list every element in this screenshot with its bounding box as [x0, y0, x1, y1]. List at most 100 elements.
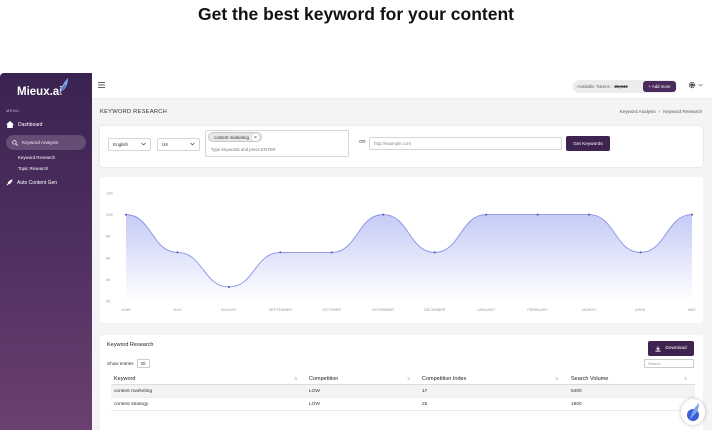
- cell-competition: LOW: [309, 402, 320, 407]
- home-icon: [6, 121, 14, 128]
- x-tick-label: JUNE: [121, 308, 131, 312]
- download-button[interactable]: Download: [648, 341, 694, 356]
- keyword-table: Keyword ⇅ Competition ⇅ Competition Inde…: [111, 372, 695, 411]
- y-tick-label: 8K: [106, 234, 111, 239]
- column-header-label: Competition: [309, 375, 339, 382]
- sidebar-item-topic-research[interactable]: Topic Research: [18, 166, 48, 171]
- sort-icon[interactable]: ⇅: [294, 376, 297, 381]
- show-entries-label: Show entries: [107, 361, 134, 366]
- trend-area: [126, 214, 692, 301]
- cell-competition-index: 25: [422, 402, 428, 407]
- search-icon: [12, 139, 18, 146]
- data-point[interactable]: [227, 285, 230, 288]
- sidebar-item-label: Keyword Analysis: [22, 140, 59, 145]
- column-header-label: Competition Index: [422, 375, 467, 382]
- x-tick-label: OCTOBER: [322, 308, 341, 312]
- table-header-row: Keyword ⇅ Competition ⇅ Competition Inde…: [111, 372, 695, 385]
- x-tick-label: JANUARY: [477, 308, 495, 312]
- y-tick-label: 6K: [106, 255, 111, 260]
- column-header-search-volume[interactable]: Search Volume: [568, 372, 695, 385]
- data-point[interactable]: [536, 213, 539, 216]
- page-title: KEYWORD RESEARCH: [100, 109, 167, 115]
- keyword-table-card: Keyword Research Download Show entries 2…: [100, 335, 703, 430]
- feather-chat-icon: [687, 403, 699, 421]
- sidebar-item-keyword-research[interactable]: Keyword Research: [18, 155, 55, 160]
- x-tick-label: MARCH: [582, 308, 596, 312]
- y-tick-label: 10K: [106, 212, 113, 217]
- cell-search-volume: 1900: [571, 402, 582, 407]
- cell-competition-index: 17: [422, 389, 428, 394]
- x-tick-label: SEPTEMBER: [269, 308, 293, 312]
- gear-icon: [688, 81, 696, 89]
- data-point[interactable]: [176, 251, 179, 254]
- sidebar-item-auto-content-gen[interactable]: Auto Content Gen: [6, 179, 57, 186]
- get-keywords-button[interactable]: Get Keywords: [566, 136, 610, 151]
- data-point[interactable]: [485, 213, 488, 216]
- table-row[interactable]: content strategy LOW 25 1900: [111, 398, 695, 411]
- sidebar-item-keyword-analysis[interactable]: Keyword Analysis: [6, 135, 86, 150]
- cell-search-volume: 5400: [571, 389, 582, 394]
- data-point[interactable]: [125, 213, 127, 216]
- data-point[interactable]: [691, 213, 693, 216]
- column-header-competition-index[interactable]: Competition Index: [419, 372, 568, 385]
- data-point[interactable]: [588, 213, 591, 216]
- language-select[interactable]: English: [108, 138, 151, 151]
- y-tick-label: 4K: [106, 277, 111, 282]
- x-tick-label: DECEMBER: [424, 308, 446, 312]
- table-title: Keyword Research: [107, 342, 154, 348]
- keyword-chip: content marketing ×: [208, 132, 262, 142]
- main-content: KEYWORD RESEARCH Keyword Analysis › Keyw…: [92, 99, 712, 430]
- cell-keyword: content strategy: [114, 402, 149, 407]
- data-point[interactable]: [382, 213, 385, 216]
- download-icon: [655, 345, 661, 352]
- url-input[interactable]: http://example.com: [369, 137, 562, 150]
- sidebar-item-dashboard[interactable]: Dashboard: [6, 121, 42, 128]
- y-axis-ticks: 12K 10K 8K 6K 4K 2K: [106, 191, 113, 304]
- column-header-competition[interactable]: Competition: [306, 372, 419, 385]
- cell-competition: LOW: [309, 389, 320, 394]
- sort-icon[interactable]: ⇅: [684, 376, 687, 381]
- x-axis-ticks: JUNE JULY AUGUST SEPTEMBER OCTOBER NOVEMBER DE…: [121, 308, 696, 312]
- breadcrumb-item-keyword-research: Keyword Research: [663, 109, 702, 114]
- x-tick-label: AUGUST: [221, 308, 238, 312]
- country-value: UK: [162, 142, 169, 147]
- close-icon[interactable]: ×: [251, 134, 259, 141]
- breadcrumb-item-keyword-analysis[interactable]: Keyword Analysis: [620, 109, 656, 114]
- table-row[interactable]: content marketing LOW 17 5400: [111, 385, 695, 398]
- help-chat-button[interactable]: [681, 399, 705, 425]
- download-label: Download: [665, 346, 687, 351]
- table-search-input[interactable]: Search: [644, 359, 694, 368]
- chevron-down-icon: [698, 83, 703, 87]
- sidebar-item-label: Auto Content Gen: [17, 179, 58, 186]
- search-card: English UK content marketing × Type keyw…: [100, 126, 703, 167]
- trend-chart-card: 12K 10K 8K 6K 4K 2K JUNE JULY AUGUST SEPTEMBER OC…: [100, 177, 703, 323]
- entries-select[interactable]: 20: [136, 359, 150, 368]
- settings-menu[interactable]: [688, 81, 703, 89]
- top-bar: Available Tokens : 45,544 + Add more: [92, 73, 712, 99]
- keywords-input[interactable]: content marketing × Type keywords and pr…: [205, 130, 349, 157]
- data-point[interactable]: [330, 251, 333, 254]
- rocket-icon: [6, 179, 13, 186]
- show-entries: Show entries 20: [107, 359, 150, 368]
- keywords-placeholder: Type keywords and press ENTER: [211, 147, 276, 152]
- trend-chart: 12K 10K 8K 6K 4K 2K JUNE JULY AUGUST SEPTEMBER OC…: [106, 191, 696, 313]
- x-tick-label: MAY: [688, 308, 696, 312]
- column-header-keyword[interactable]: Keyword: [111, 372, 306, 385]
- add-more-button[interactable]: + Add more: [643, 81, 676, 92]
- country-select[interactable]: UK: [157, 138, 200, 151]
- data-point[interactable]: [279, 251, 282, 254]
- sort-icon[interactable]: ⇅: [407, 376, 410, 381]
- hamburger-menu-icon[interactable]: [98, 82, 105, 88]
- breadcrumb: Keyword Analysis › Keyword Research: [620, 109, 702, 114]
- chevron-down-icon: [141, 142, 146, 146]
- chevron-down-icon: [190, 142, 195, 146]
- x-tick-label: JULY: [173, 308, 182, 312]
- tokens-label: Available Tokens :: [577, 84, 613, 89]
- x-tick-label: APRIL: [635, 308, 646, 312]
- data-point[interactable]: [433, 251, 436, 254]
- data-point[interactable]: [639, 251, 642, 254]
- sort-icon[interactable]: ⇅: [555, 376, 558, 381]
- column-header-label: Search Volume: [571, 375, 609, 382]
- x-tick-label: NOVEMBER: [372, 308, 394, 312]
- keyword-chip-label: content marketing: [214, 134, 249, 140]
